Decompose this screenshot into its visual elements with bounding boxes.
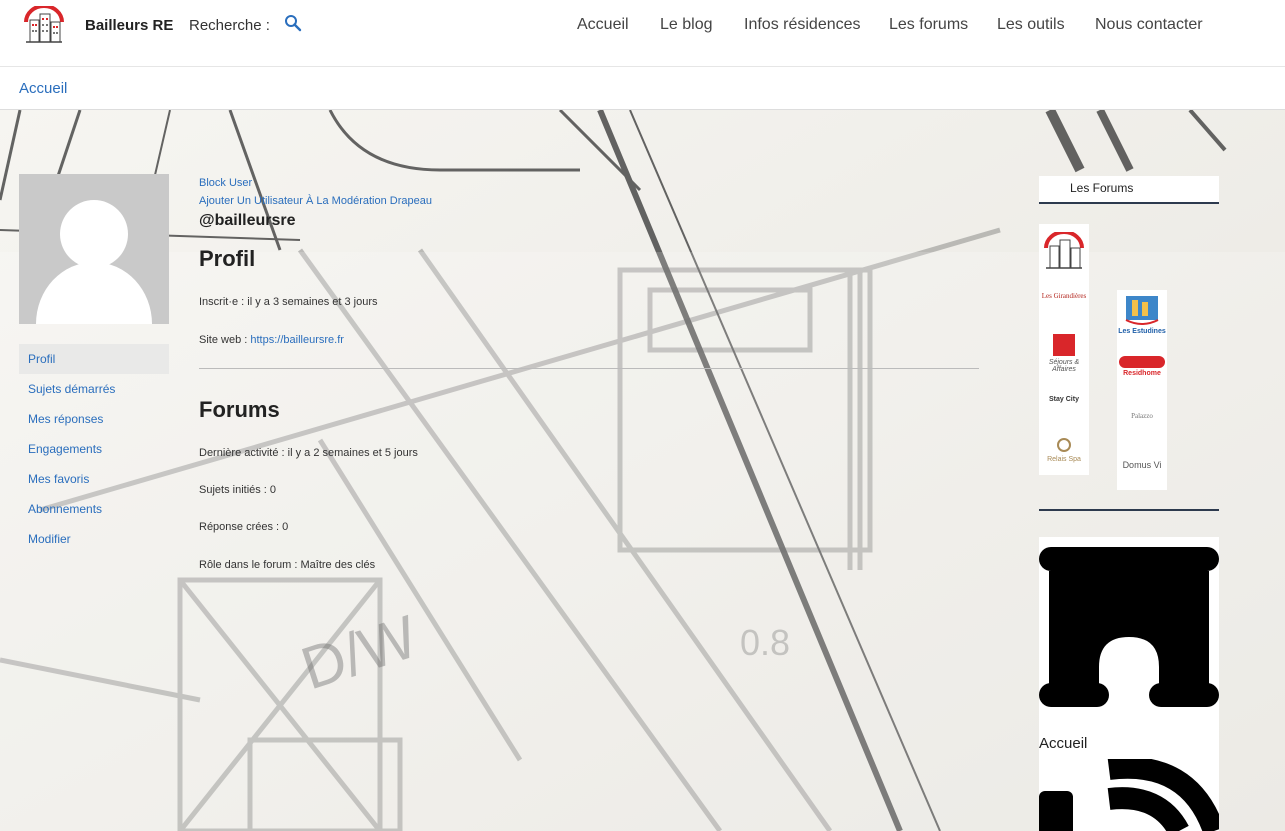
last-activity: Dernière activité : il y a 2 semaines et… — [199, 447, 418, 459]
nav-nous-contacter[interactable]: Nous contacter — [1095, 16, 1203, 34]
sejours-affaires-logo-icon[interactable] — [1053, 334, 1075, 356]
nav-accueil[interactable]: Accueil — [577, 16, 629, 34]
sidebar-brand-column-right: Les Estudines Residhome Palazzo Domus Vi — [1117, 290, 1167, 490]
nav-le-blog[interactable]: Le blog — [660, 16, 713, 34]
profile-menu-modifier[interactable]: Modifier — [19, 524, 169, 554]
profile-menu-mes-favoris[interactable]: Mes favoris — [19, 464, 169, 494]
sidebar-brand-column-left: Les Girandières Séjours & Affaires Stay … — [1039, 224, 1089, 475]
sidebar-divider — [1039, 509, 1219, 511]
relais-spa-logo-icon[interactable] — [1056, 437, 1072, 453]
site-logo[interactable] — [22, 6, 66, 44]
bailleurs-logo-icon[interactable] — [1042, 232, 1086, 270]
sidebar-forums-widget-title: Les Forums — [1039, 176, 1219, 204]
website-row: Site web : https://bailleursre.fr — [199, 334, 344, 346]
site-name[interactable]: Bailleurs RE — [85, 17, 173, 34]
profile-menu-sujets-demarres[interactable]: Sujets démarrés — [19, 374, 169, 404]
rss-feed-icon[interactable] — [1039, 759, 1219, 831]
brand-sejours-affaires[interactable]: Séjours & Affaires — [1040, 359, 1088, 373]
profil-heading: Profil — [199, 246, 256, 271]
nav-les-outils[interactable]: Les outils — [997, 16, 1065, 34]
website-label: Site web : — [199, 334, 248, 346]
breadcrumb: Accueil — [0, 67, 1285, 110]
brand-les-girandieres[interactable]: Les Girandières — [1040, 292, 1088, 300]
replies-created: Réponse crées : 0 — [199, 521, 289, 533]
sidebar-navigation-widget — [1039, 537, 1219, 831]
search-label: Recherche : — [189, 17, 270, 34]
search-icon[interactable] — [284, 14, 302, 32]
block-user-link[interactable]: Block User — [199, 177, 252, 189]
breadcrumb-home-link[interactable]: Accueil — [19, 80, 67, 97]
home-archway-icon[interactable] — [1039, 547, 1219, 707]
profile-menu-profil[interactable]: Profil — [19, 344, 169, 374]
profile-menu-mes-reponses[interactable]: Mes réponses — [19, 404, 169, 434]
forum-role: Rôle dans le forum : Maître des clés — [199, 559, 376, 571]
user-avatar — [19, 174, 169, 324]
default-avatar-icon — [36, 200, 152, 324]
top-navigation-bar: Bailleurs RE Recherche : Accueil Le blog… — [0, 0, 1285, 67]
brand-palazzo[interactable]: Palazzo — [1117, 412, 1167, 420]
brand-les-estudines[interactable]: Les Estudines — [1117, 328, 1167, 335]
brand-residhome[interactable]: Residhome — [1117, 370, 1167, 377]
add-moderation-link[interactable]: Ajouter Un Utilisateur À La Modération D… — [199, 195, 432, 207]
website-link[interactable]: https://bailleursre.fr — [250, 334, 344, 346]
residhome-logo-icon[interactable] — [1119, 356, 1165, 368]
profile-menu-engagements[interactable]: Engagements — [19, 434, 169, 464]
brand-stay-city[interactable]: Stay City — [1040, 396, 1088, 403]
sidebar-forums-title[interactable]: Les Forums — [1070, 181, 1133, 195]
registered-since: Inscrit·e : il y a 3 semaines et 3 jours — [199, 296, 378, 308]
profile-menu-abonnements[interactable]: Abonnements — [19, 494, 169, 524]
nav-les-forums[interactable]: Les forums — [889, 16, 968, 34]
brand-domus-vi[interactable]: Domus Vi — [1117, 460, 1167, 470]
forums-heading: Forums — [199, 397, 280, 422]
section-divider — [199, 368, 979, 369]
brand-relais-spa[interactable]: Relais Spa — [1040, 456, 1088, 463]
sidebar-home-link[interactable]: Accueil — [1039, 735, 1087, 752]
les-estudines-logo-icon[interactable] — [1120, 294, 1164, 328]
nav-infos-residences[interactable]: Infos résidences — [744, 16, 861, 34]
topics-started: Sujets initiés : 0 — [199, 484, 277, 496]
user-handle: @bailleursre — [199, 212, 296, 229]
